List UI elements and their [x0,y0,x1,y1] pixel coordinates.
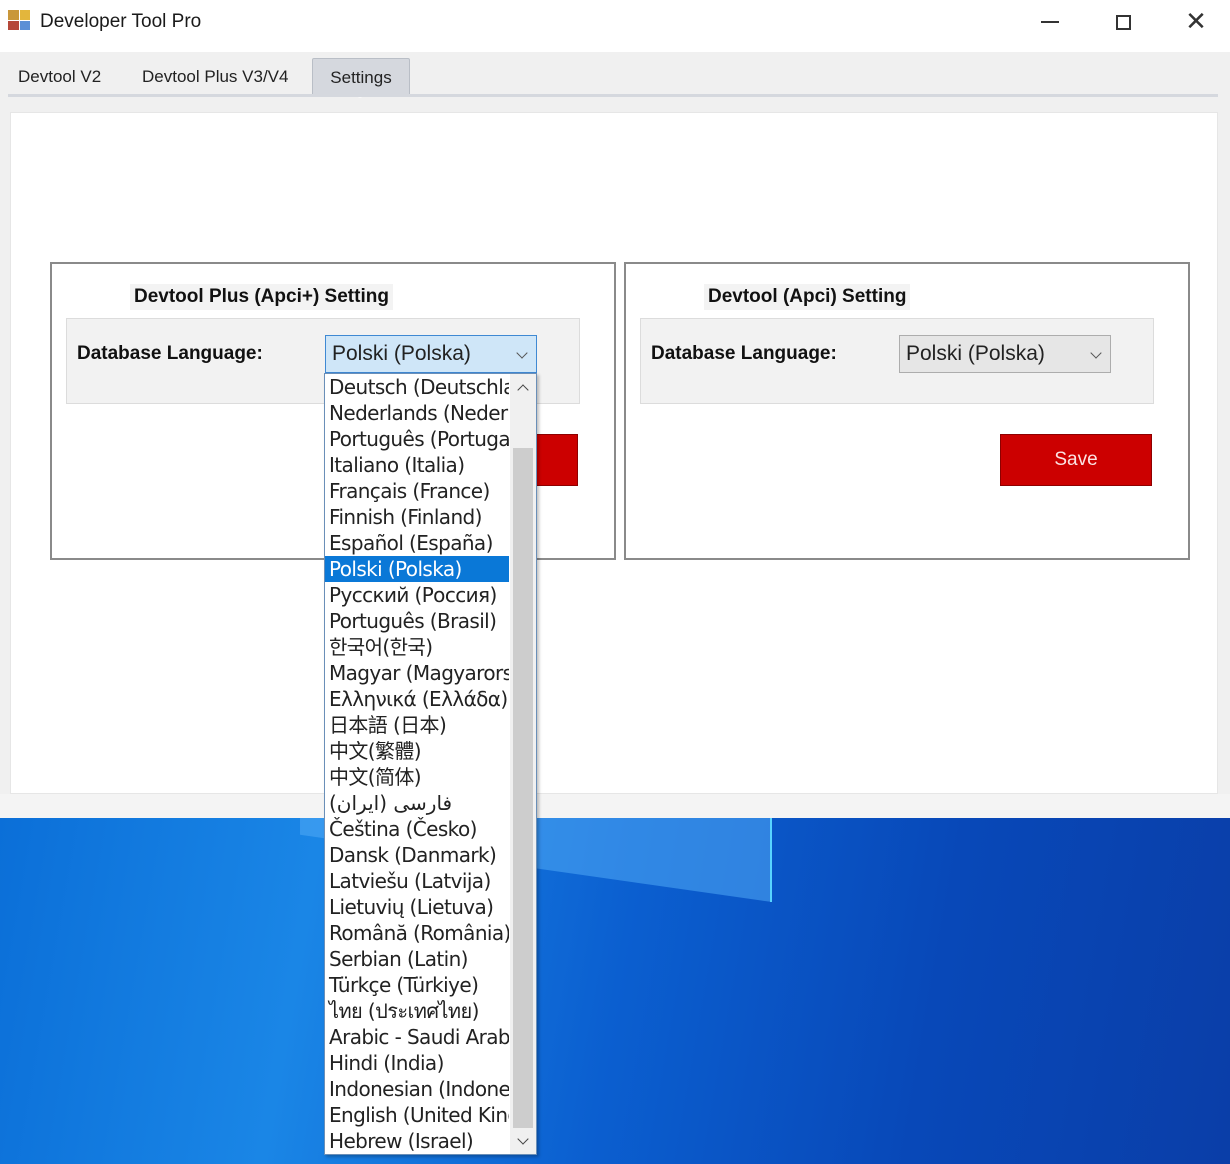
dropdown-option[interactable]: فارسی (ایران) [325,790,509,816]
dropdown-option[interactable]: Indonesian (Indonesia) [325,1076,509,1102]
chevron-up-icon [517,383,529,396]
scroll-down-button[interactable] [510,1128,536,1154]
devtool-settings-panel: Devtool (Apci) Setting Database Language… [624,262,1190,560]
dropdown-option[interactable]: Hindi (India) [325,1050,509,1076]
dropdown-option[interactable]: Dansk (Danmark) [325,842,509,868]
dropdown-option[interactable]: 日本語 (日本) [325,712,509,738]
selected-language: Polski (Polska) [906,342,1045,365]
dropdown-option[interactable]: Deutsch (Deutschland) [325,374,509,400]
maximize-button[interactable] [1087,0,1159,44]
dropdown-options: Deutsch (Deutschland)Nederlands (Nederla… [325,374,509,1154]
minimize-icon [1041,21,1059,23]
dropdown-option[interactable]: Português (Portugal) [325,426,509,452]
dropdown-option[interactable]: Magyar (Magyarország) [325,660,509,686]
dropdown-option[interactable]: Français (France) [325,478,509,504]
save-button[interactable]: Save [1000,434,1152,486]
dropdown-option[interactable]: English (United Kingdom) [325,1102,509,1128]
window-bottom-strip [0,794,1230,818]
title-bar[interactable]: Developer Tool Pro ✕ [0,0,1230,44]
dropdown-option[interactable]: Hebrew (Israel) [325,1128,509,1154]
dropdown-option[interactable]: 한국어(한국) [325,634,509,660]
close-button[interactable]: ✕ [1160,0,1230,44]
maximize-icon [1115,14,1131,30]
minimize-button[interactable] [1014,0,1086,44]
tab-strip: Devtool V2 Devtool Plus V3/V4 Settings [0,52,1230,103]
dropdown-option[interactable]: Italiano (Italia) [325,452,509,478]
chevron-down-icon [517,1133,529,1145]
dropdown-option[interactable]: Latviešu (Latvija) [325,868,509,894]
dropdown-option[interactable]: Arabic - Saudi Arabia [325,1024,509,1050]
dropdown-option[interactable]: Русский (Россия) [325,582,509,608]
dropdown-option[interactable]: ไทย (ประเทศไทย) [325,998,509,1024]
dropdown-option[interactable]: Serbian (Latin) [325,946,509,972]
chevron-down-icon [1090,347,1102,359]
scroll-up-button[interactable] [510,374,536,400]
close-icon: ✕ [1185,7,1207,37]
dropdown-option[interactable]: Română (România) [325,920,509,946]
dropdown-option[interactable]: Finnish (Finland) [325,504,509,530]
dropdown-option[interactable]: Lietuvių (Lietuva) [325,894,509,920]
database-language-select[interactable]: Polski (Polska) [899,335,1111,373]
database-language-label: Database Language: [651,343,837,364]
dropdown-option[interactable]: Čeština (Česko) [325,816,509,842]
language-dropdown-list[interactable]: Deutsch (Deutschland)Nederlands (Nederla… [324,373,537,1155]
tab-devtool-plus[interactable]: Devtool Plus V3/V4 [128,58,302,96]
selected-language: Polski (Polska) [332,342,471,365]
dropdown-option[interactable]: Nederlands (Nederland) [325,400,509,426]
app-window: Developer Tool Pro ✕ Devtool V2 Devtool … [0,0,1230,818]
window-title: Developer Tool Pro [40,11,202,32]
desktop-background [0,818,1230,1164]
chevron-down-icon [516,347,528,359]
language-group: Database Language: Polski (Polska) [640,318,1154,404]
app-icon [8,10,30,30]
scrollbar-thumb[interactable] [513,448,533,1128]
dropdown-option[interactable]: Ελληνικά (Ελλάδα) [325,686,509,712]
dropdown-option[interactable]: 中文(简体) [325,764,509,790]
tab-divider [8,94,1218,97]
dropdown-option[interactable]: 中文(繁體) [325,738,509,764]
database-language-label: Database Language: [77,343,263,364]
panel-title: Devtool (Apci) Setting [704,284,911,310]
database-language-select[interactable]: Polski (Polska) [325,335,537,373]
tab-devtool-v2[interactable]: Devtool V2 [4,58,115,96]
dropdown-option[interactable]: Português (Brasil) [325,608,509,634]
panel-title: Devtool Plus (Apci+) Setting [130,284,393,310]
desktop-wallpaper-edge [770,818,772,902]
dropdown-scrollbar[interactable] [510,374,536,1154]
tab-settings[interactable]: Settings [312,58,410,103]
dropdown-option[interactable]: Polski (Polska) [325,556,509,582]
dropdown-option[interactable]: Español (España) [325,530,509,556]
dropdown-option[interactable]: Türkçe (Türkiye) [325,972,509,998]
